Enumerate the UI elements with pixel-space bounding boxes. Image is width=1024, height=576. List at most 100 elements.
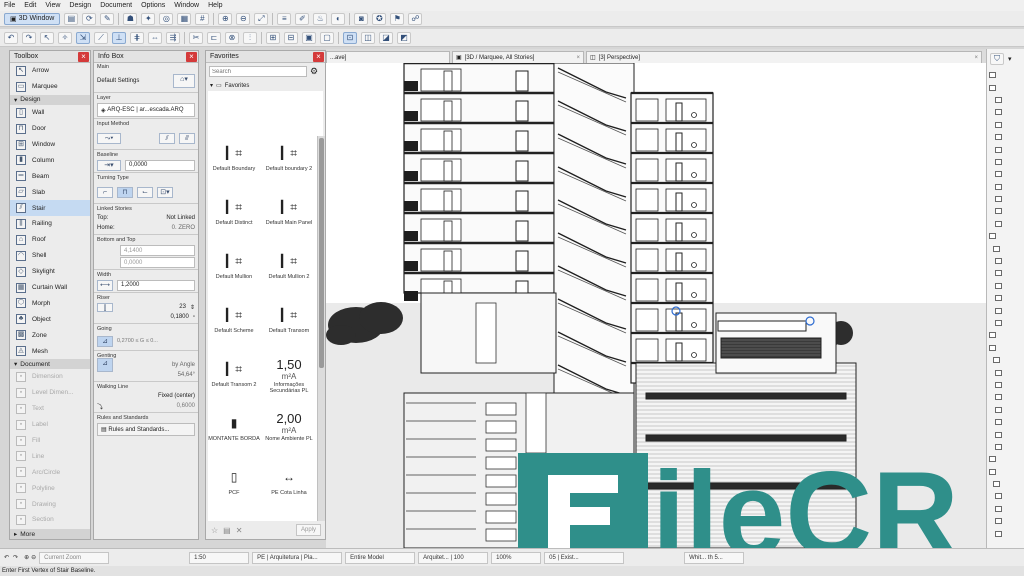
navigator-item[interactable]	[987, 181, 1024, 193]
flag-icon[interactable]: ⚑	[390, 12, 405, 25]
walking-line-offset[interactable]: 0,6000	[177, 403, 195, 409]
navigator-item[interactable]	[987, 280, 1024, 292]
zoom-out-icon[interactable]: ⊖	[236, 12, 251, 25]
redo-icon[interactable]: ↷	[13, 554, 18, 561]
save-icon[interactable]: ▤	[64, 12, 79, 25]
stair-height-field[interactable]: 4,1400	[120, 245, 195, 256]
navigator-item[interactable]	[987, 342, 1024, 354]
fit-icon[interactable]: ⤢	[254, 12, 269, 25]
scale-icon[interactable]: ⇔	[148, 31, 162, 44]
close-icon[interactable]: ×	[313, 51, 324, 62]
navigator-item[interactable]	[987, 292, 1024, 304]
rotate-icon[interactable]: ⟳	[82, 12, 97, 25]
tool-text[interactable]: ▪ Text	[10, 401, 90, 417]
tool-shell[interactable]: ◠ Shell	[10, 248, 90, 264]
distribute-icon[interactable]: ⊟	[284, 31, 298, 44]
favorite-item[interactable]: ▎⌗ Default boundary 2	[263, 140, 315, 173]
pen-icon[interactable]: ✎	[100, 12, 115, 25]
camera-icon[interactable]: ◙	[354, 12, 369, 25]
shading-icon[interactable]: ◪	[379, 31, 393, 44]
tool-morph[interactable]: ⬡ Morph	[10, 295, 90, 311]
group-icon[interactable]: ▣	[302, 31, 316, 44]
brush-icon[interactable]: ♨	[313, 12, 328, 25]
navigator-item[interactable]	[987, 119, 1024, 131]
width-field[interactable]: 1,2000	[117, 279, 195, 291]
menu-help[interactable]: Help	[208, 2, 222, 9]
tool-zone[interactable]: ▩ Zone	[10, 327, 90, 343]
cursor-icon[interactable]: ↖	[40, 31, 54, 44]
renovation-filter-field[interactable]: Whit... th 5...	[684, 551, 745, 564]
apply-button[interactable]: Apply	[295, 524, 321, 536]
tool-level-dimen[interactable]: ▪ Level Dimen...	[10, 385, 90, 401]
tab-perspective[interactable]: ◫ [3] Perspective] ×	[586, 51, 982, 63]
tool-column[interactable]: ▮ Column	[10, 152, 90, 168]
add-favorite-icon[interactable]: ☆	[211, 526, 218, 535]
guide-line-icon[interactable]: ⟋	[94, 31, 108, 44]
navigator-item[interactable]	[987, 354, 1024, 366]
split-icon[interactable]: ⫶	[243, 31, 257, 44]
menu-design[interactable]: Design	[69, 2, 91, 9]
document-section-header[interactable]: ▾ Document	[10, 359, 90, 370]
tool-window[interactable]: ⊞ Window	[10, 137, 90, 153]
ungroup-icon[interactable]: ▢	[320, 31, 334, 44]
redo-icon[interactable]: ↷	[22, 31, 36, 44]
navigator-item[interactable]	[987, 193, 1024, 205]
input-method-dropdown[interactable]: ⤳▾	[97, 132, 121, 144]
render-icon[interactable]: ✪	[372, 12, 387, 25]
navigator-item[interactable]	[987, 317, 1024, 329]
close-icon[interactable]: ×	[576, 55, 580, 61]
navigator-item[interactable]	[987, 379, 1024, 391]
tool-object[interactable]: ♣ Object	[10, 311, 90, 327]
snap-icon[interactable]: ⊥	[112, 31, 126, 44]
navigator-item[interactable]	[987, 143, 1024, 155]
delete-icon[interactable]: ✕	[236, 526, 243, 535]
favorite-item[interactable]: ↔ PE Cota Linha	[263, 464, 315, 496]
navigator-view-icon[interactable]: ⛉	[990, 53, 1004, 65]
dropdown-icon[interactable]: ▾	[1008, 55, 1012, 63]
navigator-item[interactable]	[987, 69, 1024, 81]
menu-document[interactable]: Document	[100, 2, 132, 9]
model-view-icon[interactable]: ⊡	[343, 31, 357, 44]
navigator-item[interactable]	[987, 106, 1024, 118]
navigator-item[interactable]	[987, 131, 1024, 143]
baseline-offset-field[interactable]: 0,0000	[125, 159, 195, 171]
save-icon[interactable]: ▤	[223, 526, 231, 535]
textures-icon[interactable]: ◩	[397, 31, 411, 44]
menu-file[interactable]: File	[4, 2, 15, 9]
genting-icon[interactable]: ⊿	[97, 358, 113, 372]
turning-spiral-icon[interactable]: ⌙	[137, 186, 153, 198]
navigator-item[interactable]	[987, 366, 1024, 378]
navigator-item[interactable]	[987, 404, 1024, 416]
walk-icon[interactable]: ☗	[123, 12, 138, 25]
genting-angle-value[interactable]: 54,64°	[178, 372, 195, 378]
favorite-item[interactable]: ▎⌗ Default Mullion	[208, 248, 260, 281]
navigator-item[interactable]	[987, 267, 1024, 279]
section-icon[interactable]: ▦	[177, 12, 192, 25]
navigator-item[interactable]	[987, 156, 1024, 168]
grid-snap-icon[interactable]: ⋕	[130, 31, 144, 44]
home-story-row[interactable]: Home: 0. ZERO	[94, 223, 198, 233]
tool-beam[interactable]: ═ Beam	[10, 168, 90, 184]
navigator-item[interactable]	[987, 416, 1024, 428]
layer-combination-field[interactable]: PE | Arquitetura | Pla...	[252, 551, 343, 564]
tool-drawing[interactable]: ▪ Drawing	[10, 496, 90, 512]
turning-landing-icon[interactable]: ⌐	[97, 186, 113, 198]
teamwork-icon[interactable]: ☍	[408, 12, 423, 25]
favorites-scrollbar[interactable]	[317, 136, 325, 521]
more-section-header[interactable]: ▸ More	[10, 529, 90, 539]
close-icon[interactable]: ×	[974, 55, 978, 61]
going-value[interactable]: 0,2700 ≤ G ≤ 0...	[117, 338, 158, 344]
riser-height-field[interactable]: 0,1800	[171, 314, 189, 320]
tool-arrow[interactable]: ↖ Arrow	[10, 63, 90, 79]
magic-wand-icon[interactable]: ✧	[58, 31, 72, 44]
zoom-in-icon[interactable]: ⊕	[24, 554, 29, 561]
tool-railing[interactable]: ⫼ Railing	[10, 216, 90, 232]
riser-count-field[interactable]: 23	[179, 304, 186, 310]
navigator-item[interactable]	[987, 205, 1024, 217]
info-box-title-bar[interactable]: Info Box ×	[94, 51, 198, 63]
top-story-row[interactable]: Top: Not Linked	[94, 213, 198, 223]
navigator-item[interactable]	[987, 242, 1024, 254]
hidden-line-icon[interactable]: ◫	[361, 31, 375, 44]
pen-set-field[interactable]: Arquitet... | 100	[418, 551, 489, 564]
model-view-field[interactable]: Entire Model	[345, 551, 416, 564]
